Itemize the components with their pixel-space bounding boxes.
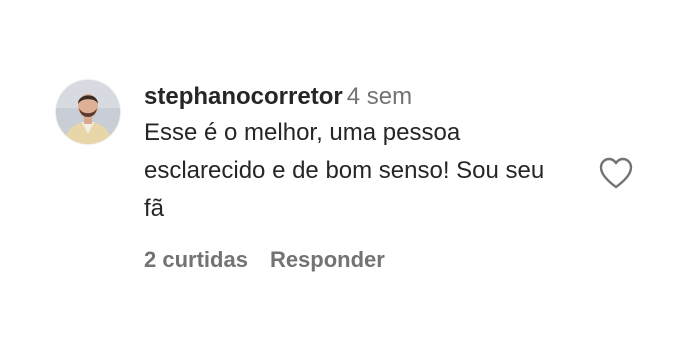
avatar[interactable] [56, 80, 120, 144]
profile-photo-icon [56, 80, 120, 144]
comment-item: stephanocorretor 4 sem Esse é o melhor, u… [0, 0, 688, 354]
comment-text: Esse é o melhor, uma pessoa esclarecido … [144, 119, 545, 222]
comment-actions: 2 curtidas Responder [144, 244, 385, 276]
comment-body: stephanocorretor 4 sem Esse é o melhor, u… [144, 80, 584, 228]
reply-button[interactable]: Responder [270, 247, 385, 272]
comment-header: stephanocorretor 4 sem [144, 80, 584, 114]
likes-count-button[interactable]: 2 curtidas [144, 247, 248, 272]
comment-time[interactable]: 4 sem [347, 83, 412, 110]
username-link[interactable]: stephanocorretor [144, 83, 343, 110]
like-button[interactable] [598, 156, 634, 190]
heart-outline-icon [599, 157, 633, 189]
